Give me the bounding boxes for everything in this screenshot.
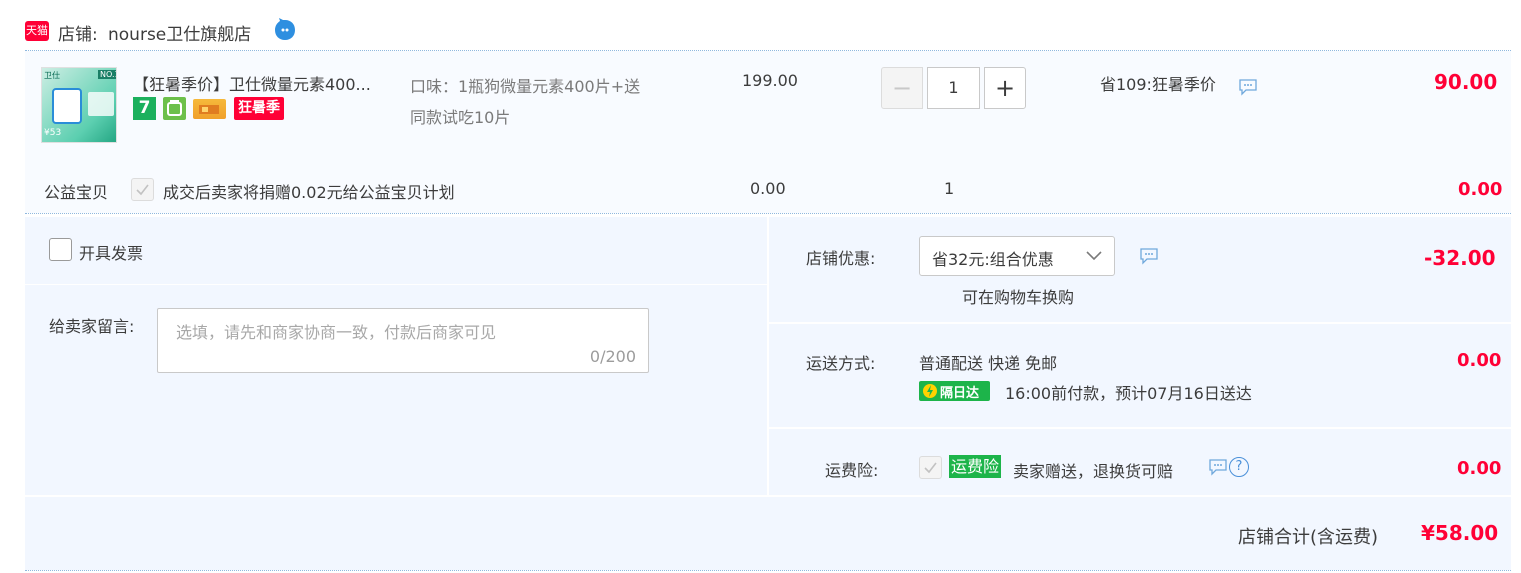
tmall-logo-icon: 天猫 bbox=[25, 21, 49, 41]
product-subtotal: 90.00 bbox=[1434, 70, 1498, 94]
divider bbox=[25, 213, 1511, 214]
decrease-button[interactable]: − bbox=[881, 67, 923, 109]
thumb-bottle bbox=[52, 88, 82, 124]
thumb-brand: 卫仕 bbox=[44, 71, 60, 80]
charity-subtotal: 0.00 bbox=[1458, 179, 1503, 200]
divider bbox=[25, 570, 1511, 571]
seven-day-return-icon: 7 bbox=[133, 97, 156, 120]
chevron-down-icon bbox=[1086, 251, 1102, 261]
thumb-text-box bbox=[88, 92, 114, 116]
invoice-label[interactable]: 开具发票 bbox=[79, 240, 143, 264]
product-discount: 省109:狂暑季价 bbox=[1100, 75, 1216, 94]
comment-icon[interactable] bbox=[1238, 78, 1258, 96]
message-placeholder: 选填，请先和商家协商一致，付款后商家可见 bbox=[176, 323, 497, 342]
next-day-badge: 隔日达 bbox=[919, 381, 990, 401]
promo-tag: 狂暑季 bbox=[234, 97, 284, 120]
shop-total-label: 店铺合计(含运费) bbox=[1238, 527, 1379, 548]
charity-quantity: 1 bbox=[944, 179, 955, 198]
shop-discount-selected: 省32元:组合优惠 bbox=[932, 250, 1054, 269]
insurance-checkbox bbox=[919, 456, 942, 479]
shop-total-amount: ¥58.00 bbox=[1421, 521, 1499, 545]
shop-header: 天猫 店铺: nourse卫仕旗舰店 bbox=[0, 0, 1521, 50]
charity-text: 成交后卖家将捐赠0.02元给公益宝贝计划 bbox=[163, 183, 455, 202]
invoice-checkbox[interactable] bbox=[49, 238, 72, 261]
comment-icon[interactable] bbox=[1139, 247, 1159, 265]
shipping-label: 运送方式: bbox=[806, 354, 876, 373]
insurance-amount: 0.00 bbox=[1457, 458, 1502, 479]
shop-name-link[interactable]: nourse卫仕旗舰店 bbox=[108, 20, 251, 45]
product-thumbnail[interactable]: 卫仕 NO.1 ¥53 bbox=[41, 67, 117, 143]
charity-checkbox bbox=[131, 178, 154, 201]
next-day-badge-text: 隔日达 bbox=[940, 386, 980, 401]
increase-button[interactable]: + bbox=[984, 67, 1026, 109]
product-price: 199.00 bbox=[742, 71, 798, 90]
thumb-price: ¥53 bbox=[44, 128, 62, 138]
insurance-badge: 运费险 bbox=[949, 455, 1002, 478]
credit-card-icon bbox=[193, 99, 226, 119]
flavor-line-1: 口味：1瓶狗微量元素400片+送 bbox=[410, 77, 641, 96]
panel-divider bbox=[25, 284, 767, 285]
panel-divider bbox=[769, 427, 1511, 429]
shop-label: 店铺: bbox=[58, 25, 98, 45]
wangwang-chat-icon[interactable] bbox=[273, 18, 297, 42]
help-icon[interactable]: ? bbox=[1229, 457, 1249, 477]
quantity-input[interactable]: 1 bbox=[927, 67, 980, 109]
delivery-guarantee-icon bbox=[163, 97, 186, 120]
product-title-link[interactable]: 【狂暑季价】卫仕微量元素400... bbox=[133, 71, 371, 95]
insurance-text: 卖家赠送，退换货可赔 bbox=[1013, 462, 1174, 481]
shipping-eta: 16:00前付款，预计07月16日送达 bbox=[1005, 384, 1252, 403]
insurance-label: 运费险: bbox=[825, 461, 879, 480]
shipping-amount: 0.00 bbox=[1457, 350, 1502, 371]
charity-label: 公益宝贝 bbox=[44, 183, 109, 202]
charity-price: 0.00 bbox=[750, 179, 786, 198]
shipping-method: 普通配送 快递 免邮 bbox=[919, 354, 1058, 373]
product-flavor: 口味：1瓶狗微量元素400片+送 同款试吃10片 bbox=[410, 71, 700, 133]
comment-icon[interactable] bbox=[1208, 458, 1228, 476]
message-label: 给卖家留言: bbox=[49, 317, 135, 336]
thumb-no1: NO.1 bbox=[98, 70, 116, 79]
message-counter: 0/200 bbox=[589, 347, 636, 366]
shop-discount-amount: -32.00 bbox=[1424, 246, 1496, 270]
flavor-line-2: 同款试吃10片 bbox=[410, 108, 511, 127]
quantity-stepper: − 1 + bbox=[881, 67, 1026, 109]
lightning-icon bbox=[923, 384, 937, 398]
panel-divider bbox=[769, 322, 1511, 324]
message-textarea[interactable]: 选填，请先和商家协商一致，付款后商家可见 0/200 bbox=[157, 308, 649, 373]
shop-discount-label: 店铺优惠: bbox=[806, 249, 876, 268]
shop-discount-note: 可在购物车换购 bbox=[962, 288, 1075, 307]
shop-discount-select[interactable]: 省32元:组合优惠 bbox=[919, 236, 1115, 276]
